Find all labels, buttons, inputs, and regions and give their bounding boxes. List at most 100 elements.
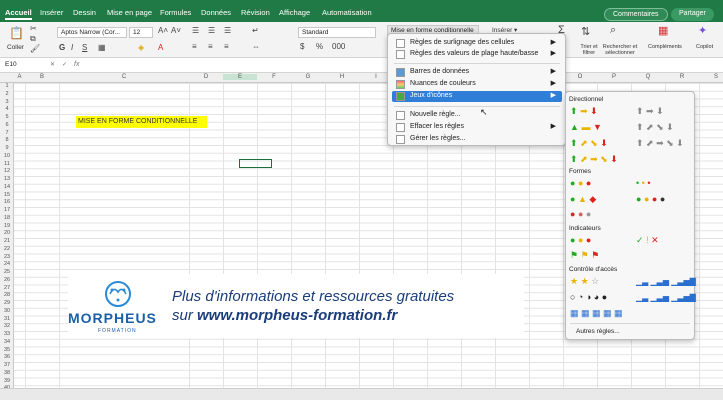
icon-set-3-symbols[interactable]: ✓ ! ✕ <box>636 235 659 247</box>
icon-set-3-flags[interactable]: ⚑ ⚑ ⚑ <box>570 250 599 262</box>
column-header[interactable]: R <box>665 74 699 80</box>
icon-set-5-ratings[interactable]: ▁▃ ▁▃▅ ▁▃▅▇ <box>636 292 696 304</box>
font-name-select[interactable]: Aptos Narrow (Cor... <box>57 27 127 38</box>
selected-cell-e10[interactable] <box>239 159 272 168</box>
name-box[interactable]: E10 <box>2 60 46 69</box>
copilot-icon[interactable]: ✦ <box>698 24 707 37</box>
icon-set-3-symbols-circled[interactable]: ● ● ● <box>570 235 591 247</box>
share-button[interactable]: Partager <box>671 8 714 21</box>
find-select-label[interactable]: Rechercher et sélectionner <box>600 44 640 56</box>
row-header[interactable]: 23 <box>0 254 14 260</box>
row-header[interactable]: 29 <box>0 300 14 306</box>
italic-icon[interactable]: I <box>71 43 73 52</box>
row-header[interactable]: 6 <box>0 122 14 128</box>
row-header[interactable]: 39 <box>0 378 14 384</box>
row-header[interactable]: 27 <box>0 285 14 291</box>
comments-button[interactable]: Commentaires <box>604 8 668 21</box>
row-header[interactable]: 32 <box>0 323 14 329</box>
wrap-text-icon[interactable]: ↵ <box>252 26 259 35</box>
icon-set-3-signs[interactable]: ● ▲ ◆ <box>570 194 596 206</box>
decrease-font-icon[interactable]: A˅ <box>171 26 181 35</box>
fill-color-icon[interactable]: ◈ <box>138 43 144 52</box>
menu-manage-rules[interactable]: Gérer les règles... <box>392 134 562 145</box>
menu-clear-rules[interactable]: Effacer les règles ▶ <box>392 122 562 133</box>
icon-set-3-stars[interactable]: ★ ★ ☆ <box>570 276 599 288</box>
icon-set-4-arrows-gray[interactable]: ⬆ ⬈ ⬊ ⬇ <box>636 122 674 134</box>
row-header[interactable]: 2 <box>0 91 14 97</box>
align-right-icon[interactable]: ≡ <box>224 42 229 51</box>
column-header[interactable]: A <box>14 74 25 80</box>
row-header[interactable]: 3 <box>0 99 14 105</box>
column-header[interactable]: D <box>189 74 223 80</box>
cancel-formula-icon[interactable]: ✕ <box>50 61 55 68</box>
font-size-select[interactable]: 12 <box>129 27 153 38</box>
font-color-icon[interactable]: A <box>158 43 163 52</box>
row-header[interactable]: 4 <box>0 106 14 112</box>
icon-set-5-quarters[interactable]: ○ ◔ ◑ ◕ ● <box>570 292 607 304</box>
icon-set-4-ratings[interactable]: ▁▃ ▁▃▅ ▁▃▅▇ <box>636 276 696 288</box>
row-header[interactable]: 14 <box>0 184 14 190</box>
align-left-icon[interactable]: ≡ <box>192 42 197 51</box>
align-top-icon[interactable]: ☰ <box>192 26 199 35</box>
menu-topbottom-rules[interactable]: Règles des valeurs de plage haute/basse ▶ <box>392 49 562 60</box>
icon-set-3-arrows[interactable]: ⬆ ➡ ⬇ <box>570 106 598 118</box>
confirm-formula-icon[interactable]: ✓ <box>62 61 67 68</box>
row-header[interactable]: 8 <box>0 137 14 143</box>
icon-set-5-boxes[interactable]: ▦ ▦ ▦ ▦ ▦ <box>570 308 623 320</box>
row-header[interactable]: 11 <box>0 161 14 167</box>
row-header[interactable]: 28 <box>0 292 14 298</box>
row-header[interactable]: 9 <box>0 145 14 151</box>
addins-icon[interactable]: ▦ <box>658 24 668 37</box>
row-header[interactable]: 20 <box>0 230 14 236</box>
icon-set-3-traffic-lights[interactable]: ● ● ● <box>570 178 591 190</box>
row-header[interactable]: 22 <box>0 246 14 252</box>
tab-automatisation[interactable]: Automatisation <box>322 8 372 17</box>
sort-filter-icon[interactable]: ⇅ <box>581 25 590 38</box>
find-icon[interactable]: ⌕ <box>610 24 616 37</box>
icon-set-5-arrows[interactable]: ⬆ ⬈ ➡ ⬊ ⬇ <box>570 154 618 166</box>
align-center-icon[interactable]: ≡ <box>208 42 213 51</box>
align-bottom-icon[interactable]: ☰ <box>224 26 231 35</box>
merge-cells-icon[interactable]: ⇔ <box>252 42 260 51</box>
icon-set-red-to-black[interactable]: ● ● ● <box>570 209 591 221</box>
row-header[interactable]: 35 <box>0 347 14 353</box>
row-header[interactable]: 10 <box>0 153 14 159</box>
tab-formules[interactable]: Formules <box>160 8 191 17</box>
row-header[interactable]: 12 <box>0 168 14 174</box>
number-format-select[interactable]: Standard <box>298 27 376 38</box>
paste-icon[interactable]: 📋 <box>9 26 24 40</box>
row-header[interactable]: 33 <box>0 331 14 337</box>
row-header[interactable]: 38 <box>0 370 14 376</box>
menu-data-bars[interactable]: Barres de données ▶ <box>392 67 562 78</box>
tab-mise-en-page[interactable]: Mise en page <box>107 8 152 17</box>
row-header[interactable]: 1 <box>0 83 14 89</box>
icon-set-4-traffic-lights[interactable]: ● ● ● ● <box>636 194 665 206</box>
column-header[interactable]: O <box>563 74 597 80</box>
tab-accueil[interactable]: Accueil <box>5 8 32 20</box>
banner-url[interactable]: www.morpheus-formation.fr <box>197 307 397 324</box>
cell-c6[interactable]: MISE EN FORME CONDITIONNELLE <box>76 116 207 128</box>
menu-icon-sets[interactable]: Jeux d'icônes ▶ <box>392 91 562 102</box>
row-header[interactable]: 25 <box>0 269 14 275</box>
row-header[interactable]: 5 <box>0 114 14 120</box>
icon-set-4-arrows[interactable]: ⬆ ⬈ ⬊ ⬇ <box>570 138 608 150</box>
more-rules-item[interactable]: Autres règles... <box>576 328 620 335</box>
tab-revision[interactable]: Révision <box>241 8 270 17</box>
icon-set-3-traffic-lights-small[interactable]: • • • <box>636 178 651 190</box>
icon-set-3-triangles[interactable]: ▲ ▬ ▼ <box>570 122 602 134</box>
tab-affichage[interactable]: Affichage <box>279 8 310 17</box>
column-header[interactable]: B <box>25 74 59 80</box>
column-header[interactable]: H <box>325 74 359 80</box>
menu-color-scales[interactable]: Nuances de couleurs ▶ <box>392 79 562 90</box>
row-header[interactable]: 24 <box>0 261 14 267</box>
percent-icon[interactable]: % <box>316 42 323 51</box>
row-header[interactable]: 21 <box>0 238 14 244</box>
paste-label[interactable]: Coller <box>7 44 24 51</box>
copilot-label[interactable]: Copilot <box>696 44 713 50</box>
cut-icon[interactable]: ✂ <box>30 24 37 33</box>
row-header[interactable]: 16 <box>0 199 14 205</box>
column-header[interactable]: S <box>699 74 723 80</box>
row-header[interactable]: 34 <box>0 339 14 345</box>
column-header[interactable]: Q <box>631 74 665 80</box>
row-header[interactable]: 7 <box>0 130 14 136</box>
